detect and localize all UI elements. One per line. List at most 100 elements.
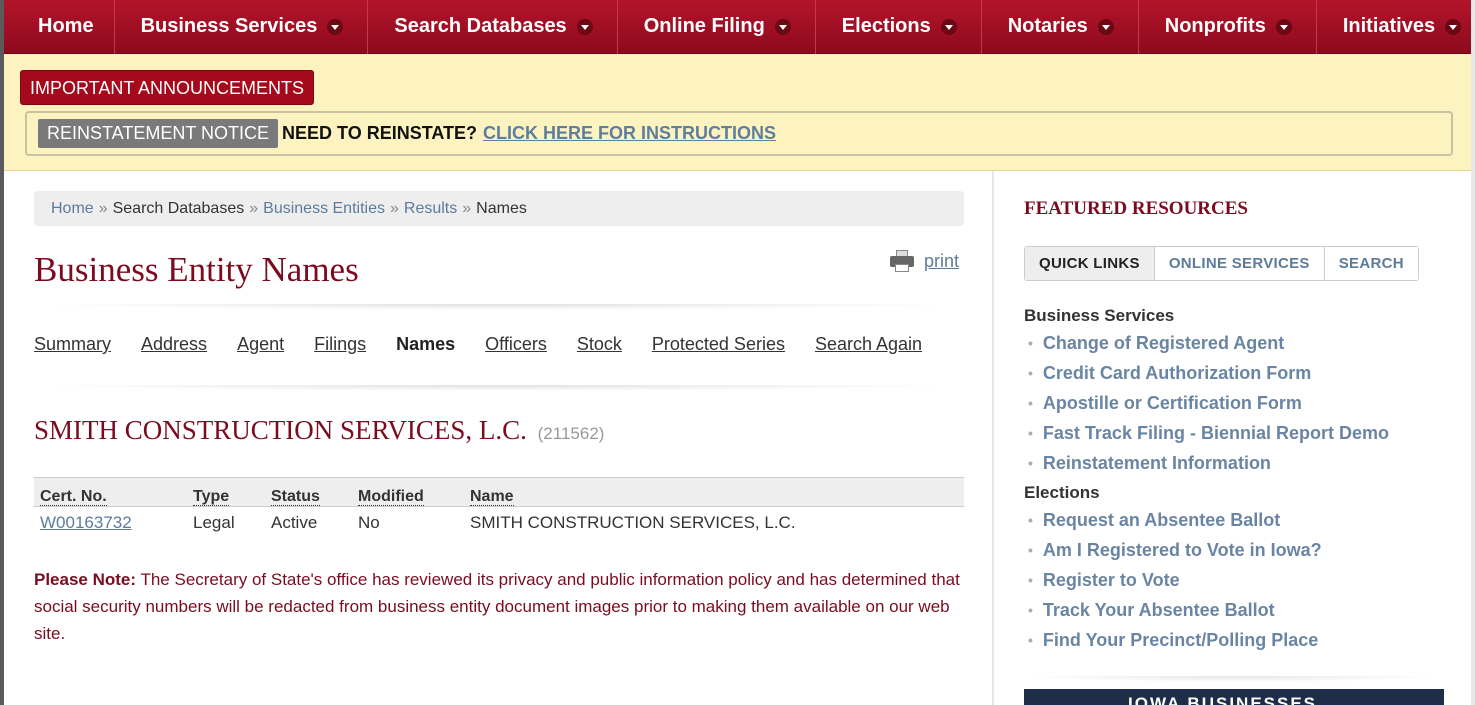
- nav-business-services[interactable]: Business Services: [115, 0, 369, 54]
- breadcrumb-separator: »: [462, 199, 472, 217]
- tab-stock[interactable]: Stock: [577, 334, 622, 355]
- link-credit-card-form[interactable]: Credit Card Authorization Form: [1024, 358, 1389, 388]
- nav-home[interactable]: Home: [4, 0, 115, 54]
- breadcrumb-separator: »: [389, 199, 399, 217]
- divider-shadow: [1024, 676, 1444, 682]
- breadcrumb-search-databases: Search Databases: [112, 199, 245, 217]
- tab-summary[interactable]: Summary: [34, 334, 111, 355]
- reinstatement-notice: REINSTATEMENT NOTICE NEED TO REINSTATE? …: [25, 111, 1453, 156]
- link-change-registered-agent[interactable]: Change of Registered Agent: [1024, 328, 1389, 358]
- printer-icon: [890, 250, 914, 272]
- tab-officers[interactable]: Officers: [485, 334, 547, 355]
- table-header-row: Cert. No. Type Status Modified Name: [34, 477, 964, 507]
- cell-type: Legal: [193, 512, 235, 532]
- announcement-bar: IMPORTANT ANNOUNCEMENTS REINSTATEMENT NO…: [4, 54, 1471, 171]
- tab-names[interactable]: Names: [396, 334, 455, 355]
- iowa-businesses-banner[interactable]: IOWA BUSINESSES: [1024, 689, 1444, 705]
- column-header-type[interactable]: Type: [187, 477, 265, 507]
- sidebar-tabs: QUICK LINKS ONLINE SERVICES SEARCH: [1024, 246, 1419, 281]
- nav-label: Online Filing: [643, 15, 765, 37]
- nav-elections[interactable]: Elections: [816, 0, 982, 54]
- breadcrumb-results[interactable]: Results: [404, 200, 457, 218]
- note-label: Please Note:: [34, 570, 137, 589]
- link-find-precinct[interactable]: Find Your Precinct/Polling Place: [1024, 625, 1322, 655]
- nav-label: Home: [38, 15, 94, 37]
- nav-label: Business Services: [140, 15, 318, 37]
- nav-notaries[interactable]: Notaries: [982, 0, 1139, 54]
- link-fast-track-filing[interactable]: Fast Track Filing - Biennial Report Demo: [1024, 418, 1389, 448]
- names-table: Cert. No. Type Status Modified Name W001…: [34, 477, 964, 539]
- nav-label: Elections: [841, 15, 931, 37]
- cell-cert-no: W00163732: [34, 507, 187, 539]
- entity-tabs: Summary Address Agent Filings Names Offi…: [34, 334, 952, 355]
- tab-protected-series[interactable]: Protected Series: [652, 334, 785, 355]
- chevron-down-icon: [1275, 18, 1292, 35]
- cert-no-link[interactable]: W00163732: [40, 513, 132, 532]
- column-header-status[interactable]: Status: [265, 477, 352, 507]
- cell-modified: No: [358, 512, 380, 532]
- link-request-absentee-ballot[interactable]: Request an Absentee Ballot: [1024, 505, 1322, 535]
- nav-label: Nonprofits: [1164, 15, 1266, 37]
- breadcrumb-separator: »: [249, 199, 259, 217]
- right-scroll-edge: [1471, 0, 1475, 705]
- tab-search-again[interactable]: Search Again: [815, 334, 922, 355]
- nav-search-databases[interactable]: Search Databases: [368, 0, 618, 54]
- tab-online-services[interactable]: ONLINE SERVICES: [1154, 247, 1325, 280]
- nav-label: Initiatives: [1342, 15, 1436, 37]
- banner-text: IOWA BUSINESSES: [1128, 694, 1318, 705]
- reinstatement-tag: REINSTATEMENT NOTICE: [38, 119, 279, 148]
- breadcrumb-separator: »: [98, 199, 108, 217]
- link-apostille-form[interactable]: Apostille or Certification Form: [1024, 388, 1389, 418]
- entity-id: (211562): [537, 424, 605, 443]
- link-am-i-registered[interactable]: Am I Registered to Vote in Iowa?: [1024, 535, 1322, 565]
- link-track-absentee-ballot[interactable]: Track Your Absentee Ballot: [1024, 595, 1322, 625]
- group-heading-business-services: Business Services: [1024, 306, 1175, 325]
- chevron-down-icon: [1097, 18, 1114, 35]
- entity-name: SMITH CONSTRUCTION SERVICES, L.C.: [34, 415, 527, 445]
- page-title: Business Entity Names: [34, 250, 359, 289]
- entity-heading: SMITH CONSTRUCTION SERVICES, L.C. (21156…: [34, 415, 604, 446]
- tab-agent[interactable]: Agent: [237, 334, 284, 355]
- breadcrumb: Home » Search Databases » Business Entit…: [34, 191, 964, 226]
- divider-shadow: [34, 385, 964, 391]
- cell-status: Active: [271, 512, 318, 532]
- nav-label: Search Databases: [394, 15, 567, 37]
- column-header-modified[interactable]: Modified: [352, 477, 464, 507]
- print-label: print: [924, 250, 960, 271]
- important-announcements-button[interactable]: IMPORTANT ANNOUNCEMENTS: [20, 70, 315, 105]
- column-header-name[interactable]: Name: [464, 477, 964, 507]
- nav-nonprofits[interactable]: Nonprofits: [1139, 0, 1317, 54]
- print-button[interactable]: print: [890, 250, 959, 272]
- reinstate-question: NEED TO REINSTATE?: [282, 123, 478, 143]
- privacy-note: Please Note: The Secretary of State's of…: [34, 566, 969, 647]
- reinstate-instructions-link[interactable]: CLICK HERE FOR INSTRUCTIONS: [483, 123, 776, 144]
- link-register-to-vote[interactable]: Register to Vote: [1024, 565, 1322, 595]
- top-navigation: Home Business Services Search Databases …: [4, 0, 1471, 54]
- chevron-down-icon: [576, 18, 593, 35]
- chevron-down-icon: [327, 18, 344, 35]
- breadcrumb-business-entities[interactable]: Business Entities: [263, 200, 385, 218]
- column-divider: [992, 171, 994, 705]
- table-row: W00163732 Legal Active No SMITH CONSTRUC…: [34, 507, 964, 539]
- breadcrumb-home[interactable]: Home: [51, 200, 94, 218]
- cell-name: SMITH CONSTRUCTION SERVICES, L.C.: [470, 512, 796, 532]
- business-services-links: Change of Registered Agent Credit Card A…: [1024, 328, 1389, 478]
- elections-links: Request an Absentee Ballot Am I Register…: [1024, 505, 1322, 655]
- note-text: The Secretary of State's office has revi…: [34, 570, 960, 643]
- featured-resources-title: FEATURED RESOURCES: [1024, 198, 1248, 219]
- divider-shadow: [34, 304, 964, 310]
- group-heading-elections: Elections: [1024, 483, 1100, 502]
- tab-address[interactable]: Address: [141, 334, 207, 355]
- breadcrumb-current: Names: [476, 199, 527, 217]
- link-reinstatement-info[interactable]: Reinstatement Information: [1024, 448, 1389, 478]
- tab-quick-links[interactable]: QUICK LINKS: [1025, 247, 1155, 280]
- chevron-down-icon: [774, 18, 791, 35]
- column-header-cert-no[interactable]: Cert. No.: [34, 477, 187, 507]
- nav-initiatives[interactable]: Initiatives: [1317, 0, 1475, 54]
- nav-online-filing[interactable]: Online Filing: [618, 0, 816, 54]
- chevron-down-icon: [1445, 18, 1462, 35]
- tab-search[interactable]: SEARCH: [1324, 247, 1418, 280]
- nav-label: Notaries: [1007, 15, 1088, 37]
- chevron-down-icon: [940, 18, 957, 35]
- tab-filings[interactable]: Filings: [314, 334, 366, 355]
